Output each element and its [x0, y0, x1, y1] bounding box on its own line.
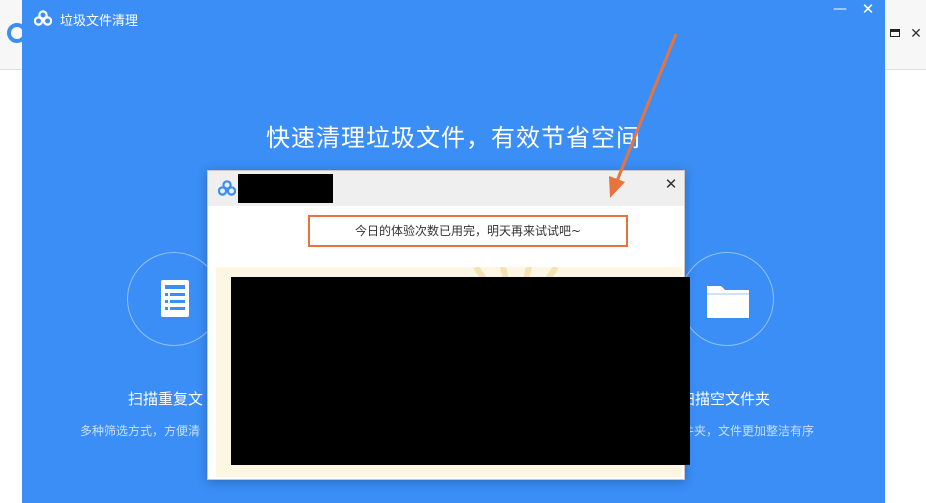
redacted-content-block [231, 277, 690, 465]
feature-desc-empty-folders: 件夹，文件更加整洁有序 [682, 424, 815, 438]
title-bar: 垃圾文件清理 — ✕ [22, 0, 885, 36]
window-title: 垃圾文件清理 [60, 14, 139, 29]
feature-title-duplicates: 扫描重复文 [128, 390, 204, 408]
feature-title-empty-folders: 扫描空文件夹 [680, 390, 771, 408]
folder-icon [707, 286, 749, 318]
cloud-logo-icon [218, 180, 236, 196]
scan-empty-folders-button[interactable] [680, 252, 774, 346]
dialog-title-bar: ✕ [208, 171, 684, 206]
page-headline: 快速清理垃圾文件，有效节省空间 [266, 124, 641, 152]
close-button[interactable]: ✕ [860, 2, 876, 17]
dialog-message: 今日的体验次数已用完，明天再来试试吧~ [308, 215, 628, 247]
background-close-button[interactable]: ✕ [908, 26, 924, 42]
maximize-button[interactable] [887, 26, 903, 42]
minimize-button[interactable]: — [832, 2, 848, 16]
cloud-logo-icon [34, 10, 52, 26]
maximize-icon [890, 29, 900, 37]
redacted-title-block [238, 174, 333, 203]
screen: ✕ 垃圾文件清理 — ✕ 快速清理垃圾文件，有效节省空间 扫描重复文 多种筛选方… [0, 0, 926, 503]
feature-desc-duplicates: 多种筛选方式，方便清 [80, 424, 201, 438]
dialog-close-button[interactable]: ✕ [663, 176, 679, 192]
